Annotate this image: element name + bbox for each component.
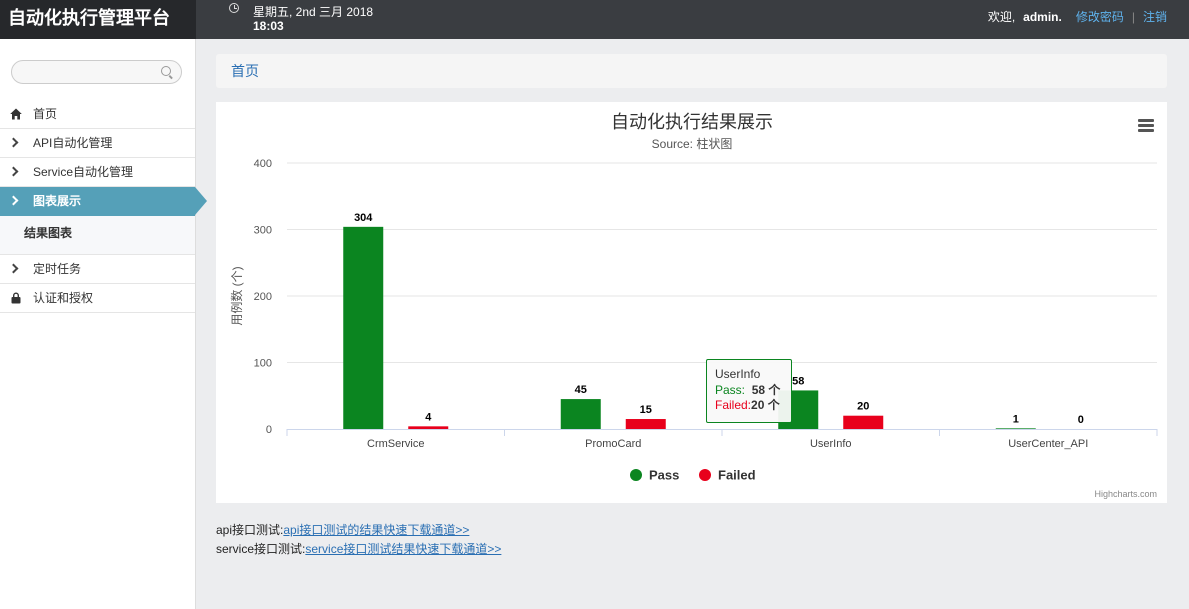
chevron-right-icon	[8, 263, 19, 274]
bar-pass[interactable]	[343, 226, 384, 429]
logout-link[interactable]: 注销	[1143, 10, 1167, 24]
lock-icon	[11, 292, 21, 304]
data-label: 20	[857, 401, 869, 413]
breadcrumb: 首页	[216, 54, 1167, 88]
sidebar-item-scheduled-tasks[interactable]: 定时任务	[0, 255, 195, 284]
sidebar-item-home[interactable]: 首页	[0, 100, 195, 129]
data-label: 1	[1013, 413, 1019, 425]
tooltip-fail-value: 20 个	[751, 398, 780, 412]
data-label: 4	[425, 411, 432, 423]
header-separator: |	[1131, 10, 1135, 24]
user-area: 欢迎, admin. 修改密码 | 注销	[988, 8, 1167, 25]
service-download-link[interactable]: service接口测试结果快速下载通道>>	[305, 542, 501, 556]
chevron-right-icon	[8, 166, 19, 177]
header-time: 18:03	[253, 19, 284, 33]
sidebar-item-label: 认证和授权	[33, 291, 94, 305]
sidebar-item-label: API自动化管理	[33, 136, 113, 150]
y-axis-label: 用例数 (个)	[229, 266, 244, 325]
tooltip-fail-label: Failed:	[715, 398, 752, 412]
bar-pass[interactable]	[995, 428, 1036, 429]
username: admin.	[1023, 10, 1062, 24]
data-label: 58	[792, 375, 804, 387]
chart-tooltip: UserInfo Pass: 58 个 Failed:20 个	[706, 359, 792, 423]
data-label: 15	[640, 404, 652, 416]
sidebar: 首页 API自动化管理 Service自动化管理 图表展示 结果图表 定时任务 …	[0, 39, 207, 609]
home-icon	[10, 108, 22, 120]
breadcrumb-home[interactable]: 首页	[231, 63, 259, 79]
sidebar-item-charts[interactable]: 图表展示	[0, 187, 207, 216]
legend-marker-failed	[699, 469, 711, 481]
tooltip-title: UserInfo	[715, 367, 761, 381]
chart-subtitle: Source: 柱状图	[652, 136, 733, 151]
sidebar-item-label: 首页	[33, 107, 58, 121]
sidebar-nav: 首页 API自动化管理 Service自动化管理 图表展示 结果图表 定时任务 …	[0, 100, 207, 313]
header-date: 星期五, 2nd 三月 2018	[253, 5, 374, 19]
y-tick-label: 300	[254, 225, 272, 237]
data-label: 45	[575, 384, 587, 396]
y-tick-label: 200	[254, 291, 272, 303]
chart-panel: 自动化执行结果展示 Source: 柱状图 用例数 (个) 0 100 200 300…	[216, 102, 1167, 503]
bar-chart: 自动化执行结果展示 Source: 柱状图 用例数 (个) 0100200300…	[229, 112, 1158, 483]
tooltip-pass-value: 58 个	[751, 382, 781, 397]
x-tick-label: UserCenter_API	[1008, 438, 1088, 450]
y-tick-label: 400	[254, 158, 272, 170]
welcome-text: 欢迎,	[987, 10, 1016, 24]
service-download-label: service接口测试:	[216, 542, 306, 556]
chart-title: 自动化执行结果展示	[611, 112, 773, 132]
bar-failed[interactable]	[843, 415, 884, 429]
y-tick-label: 0	[266, 424, 272, 436]
download-links: api接口测试:api接口测试的结果快速下载通道>> service接口测试:s…	[216, 521, 501, 559]
sidebar-item-label: Service自动化管理	[33, 165, 134, 179]
search-icon[interactable]	[161, 66, 171, 76]
search-input[interactable]	[22, 61, 166, 83]
api-download-label: api接口测试:	[216, 523, 284, 537]
service-download-row: service接口测试:service接口测试结果快速下载通道>>	[216, 540, 501, 559]
y-tick-label: 100	[254, 358, 272, 370]
sidebar-item-label: 定时任务	[33, 262, 82, 276]
x-tick-label: CrmService	[367, 438, 424, 450]
sidebar-search	[11, 60, 182, 84]
data-label: 304	[354, 212, 373, 224]
data-label: 0	[1078, 414, 1084, 426]
sidebar-item-api[interactable]: API自动化管理	[0, 129, 195, 158]
chart-credits[interactable]: Highcharts.com	[1094, 489, 1157, 499]
sidebar-item-label: 图表展示	[33, 194, 82, 208]
bar-pass[interactable]	[560, 399, 601, 429]
bar-failed[interactable]	[408, 426, 449, 429]
legend-marker-pass	[630, 469, 642, 481]
legend-item-failed[interactable]: Failed	[718, 468, 756, 483]
top-bar: 自动化执行管理平台 星期五, 2nd 三月 2018 18:03 欢迎, admi…	[0, 0, 1189, 39]
sidebar-item-service[interactable]: Service自动化管理	[0, 158, 195, 187]
change-password-link[interactable]: 修改密码	[1076, 10, 1124, 24]
sidebar-subitem-result-chart[interactable]: 结果图表	[0, 216, 195, 255]
chart-menu-icon[interactable]	[1138, 119, 1154, 132]
x-tick-label: UserInfo	[810, 438, 852, 450]
x-tick-label: PromoCard	[585, 438, 641, 450]
app-title: 自动化执行管理平台	[0, 0, 196, 39]
api-download-row: api接口测试:api接口测试的结果快速下载通道>>	[216, 521, 501, 540]
api-download-link[interactable]: api接口测试的结果快速下载通道>>	[283, 523, 469, 537]
chevron-right-icon	[8, 195, 19, 206]
clock-icon	[229, 3, 239, 13]
chevron-right-icon	[8, 137, 19, 148]
bar-failed[interactable]	[625, 419, 666, 429]
tooltip-pass-label: Pass:	[715, 382, 746, 397]
legend-item-pass[interactable]: Pass	[649, 468, 679, 483]
sidebar-item-auth[interactable]: 认证和授权	[0, 284, 195, 313]
